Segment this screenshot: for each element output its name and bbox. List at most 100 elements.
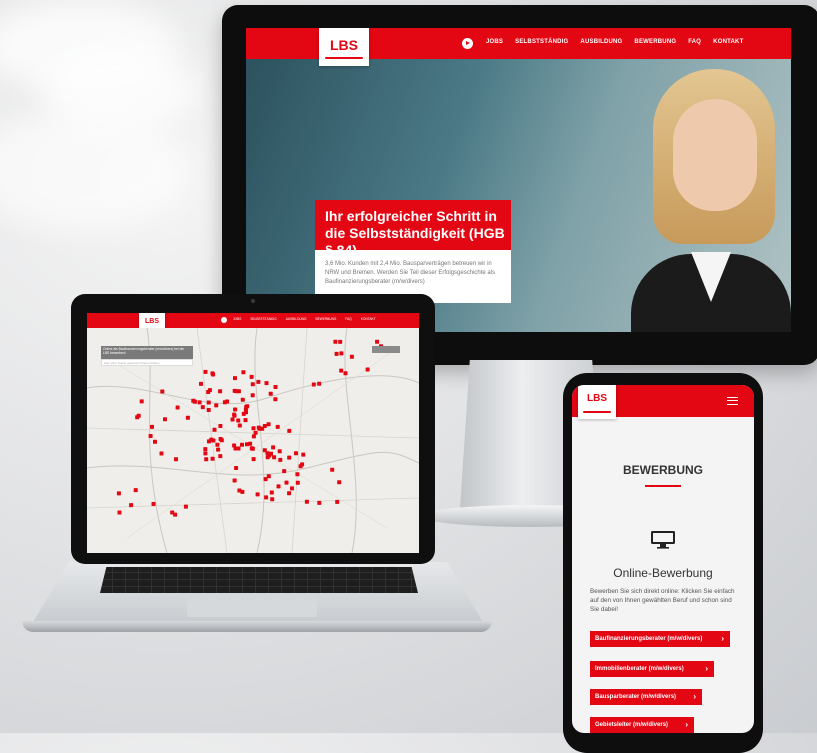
location-pin-icon[interactable] bbox=[175, 405, 180, 410]
location-pin-icon[interactable] bbox=[241, 370, 246, 375]
location-pin-icon[interactable] bbox=[333, 339, 338, 344]
location-pin-icon[interactable] bbox=[207, 439, 211, 444]
location-pin-icon[interactable] bbox=[200, 405, 205, 410]
location-pin-icon[interactable] bbox=[240, 397, 245, 402]
location-pin-icon[interactable] bbox=[218, 454, 223, 459]
location-pin-icon[interactable] bbox=[250, 382, 255, 387]
location-pin-icon[interactable] bbox=[245, 442, 249, 447]
location-pin-icon[interactable] bbox=[276, 484, 281, 489]
apply-button-immobilienberater[interactable]: Immobilienberater (m/w/divers) › bbox=[590, 661, 714, 677]
location-pin-icon[interactable] bbox=[317, 381, 322, 386]
location-pin-icon[interactable] bbox=[207, 388, 212, 393]
location-pin-icon[interactable] bbox=[150, 424, 154, 429]
location-pin-icon[interactable] bbox=[251, 434, 256, 439]
location-pin-icon[interactable] bbox=[236, 418, 241, 423]
location-pin-icon[interactable] bbox=[287, 491, 292, 496]
location-pin-icon[interactable] bbox=[317, 500, 322, 505]
location-pin-icon[interactable] bbox=[117, 510, 122, 515]
location-pin-icon[interactable] bbox=[215, 442, 220, 447]
location-pin-icon[interactable] bbox=[268, 391, 273, 396]
location-pin-icon[interactable] bbox=[233, 376, 237, 381]
location-pin-icon[interactable] bbox=[212, 427, 217, 432]
location-pin-icon[interactable] bbox=[338, 339, 343, 344]
location-pin-icon[interactable] bbox=[153, 439, 157, 444]
nav-item-jobs[interactable]: JOBS bbox=[233, 317, 241, 321]
location-pin-icon[interactable] bbox=[250, 393, 255, 398]
location-pin-icon[interactable] bbox=[148, 434, 153, 438]
location-pin-icon[interactable] bbox=[183, 504, 188, 509]
location-pin-icon[interactable] bbox=[203, 369, 208, 374]
location-pin-icon[interactable] bbox=[278, 457, 283, 462]
nav-item-ausbildung[interactable]: AUSBILDUNG bbox=[286, 317, 307, 321]
apply-button-bausparberater[interactable]: Bausparberater (m/w/divers) › bbox=[590, 689, 702, 705]
location-pin-icon[interactable] bbox=[133, 488, 138, 493]
nav-item-kontakt[interactable]: KONTAKT bbox=[713, 39, 743, 45]
location-pin-icon[interactable] bbox=[218, 424, 223, 428]
location-pin-icon[interactable] bbox=[284, 480, 289, 485]
location-pin-icon[interactable] bbox=[250, 446, 255, 451]
location-pin-icon[interactable] bbox=[311, 382, 316, 387]
location-pin-icon[interactable] bbox=[349, 354, 354, 359]
location-pin-icon[interactable] bbox=[139, 399, 144, 404]
location-pin-icon[interactable] bbox=[282, 469, 287, 474]
location-pin-icon[interactable] bbox=[237, 423, 242, 428]
apply-button-gebietsleiter[interactable]: Gebietsleiter (m/w/divers) › bbox=[590, 717, 694, 733]
location-pin-icon[interactable] bbox=[339, 351, 344, 356]
location-pin-icon[interactable] bbox=[232, 412, 237, 417]
location-pin-icon[interactable] bbox=[244, 410, 248, 415]
location-pin-icon[interactable] bbox=[249, 374, 254, 379]
location-pin-icon[interactable] bbox=[253, 430, 258, 435]
map-filter-button[interactable] bbox=[372, 346, 400, 353]
location-pin-icon[interactable] bbox=[185, 415, 190, 420]
location-pin-icon[interactable] bbox=[199, 381, 203, 386]
location-pin-icon[interactable] bbox=[273, 385, 278, 389]
location-pin-icon[interactable] bbox=[206, 400, 211, 405]
apply-button-baufinanzierungsberater[interactable]: Baufinanzierungsberater (m/w/divers) › bbox=[590, 631, 730, 647]
location-pin-icon[interactable] bbox=[271, 445, 276, 450]
nav-item-selbststaendig[interactable]: SELBSTSTÄNDIG bbox=[515, 39, 568, 45]
location-pin-icon[interactable] bbox=[151, 502, 156, 506]
location-pin-icon[interactable] bbox=[287, 455, 292, 460]
map-search-input[interactable]: Hier ohne Suche gesetzte Kriterien finde… bbox=[101, 359, 193, 366]
nav-item-bewerbung[interactable]: BEWERBUNG bbox=[315, 317, 336, 321]
location-pin-icon[interactable] bbox=[264, 495, 269, 500]
location-pin-icon[interactable] bbox=[234, 466, 239, 470]
location-pin-icon[interactable] bbox=[135, 415, 140, 420]
location-pin-icon[interactable] bbox=[240, 489, 245, 494]
location-pin-icon[interactable] bbox=[251, 426, 256, 431]
location-pin-icon[interactable] bbox=[243, 418, 248, 423]
location-pin-icon[interactable] bbox=[255, 492, 260, 497]
location-pin-icon[interactable] bbox=[277, 449, 282, 454]
location-pin-icon[interactable] bbox=[216, 447, 221, 452]
location-pin-icon[interactable] bbox=[287, 428, 292, 433]
location-pin-icon[interactable] bbox=[267, 453, 272, 458]
location-pin-icon[interactable] bbox=[232, 478, 237, 483]
play-icon[interactable] bbox=[221, 317, 227, 323]
location-pin-icon[interactable] bbox=[275, 424, 280, 429]
location-pin-icon[interactable] bbox=[290, 486, 294, 491]
location-pin-icon[interactable] bbox=[365, 367, 370, 372]
location-pin-icon[interactable] bbox=[236, 446, 241, 451]
location-pin-icon[interactable] bbox=[269, 490, 274, 495]
nav-item-ausbildung[interactable]: AUSBILDUNG bbox=[580, 39, 622, 45]
play-icon[interactable] bbox=[462, 38, 473, 49]
location-pin-icon[interactable] bbox=[230, 417, 235, 422]
nav-item-selbststaendig[interactable]: SELBSTSTÄNDIG bbox=[250, 317, 276, 321]
location-pin-icon[interactable] bbox=[264, 381, 269, 386]
location-pin-icon[interactable] bbox=[295, 480, 300, 485]
location-pin-icon[interactable] bbox=[304, 499, 309, 504]
location-pin-icon[interactable] bbox=[204, 457, 209, 462]
location-pin-icon[interactable] bbox=[129, 503, 134, 508]
hamburger-icon[interactable] bbox=[727, 397, 738, 405]
location-pin-icon[interactable] bbox=[330, 467, 335, 472]
location-pin-icon[interactable] bbox=[211, 438, 216, 443]
location-pin-icon[interactable] bbox=[116, 491, 121, 496]
location-pin-icon[interactable] bbox=[203, 451, 208, 456]
lbs-logo[interactable]: LBS bbox=[319, 28, 369, 66]
location-pin-icon[interactable] bbox=[218, 389, 223, 394]
location-pin-icon[interactable] bbox=[251, 457, 256, 462]
location-pin-icon[interactable] bbox=[233, 407, 238, 412]
location-pin-icon[interactable] bbox=[222, 400, 227, 405]
location-pin-icon[interactable] bbox=[218, 437, 223, 441]
nav-item-bewerbung[interactable]: BEWERBUNG bbox=[634, 39, 676, 45]
